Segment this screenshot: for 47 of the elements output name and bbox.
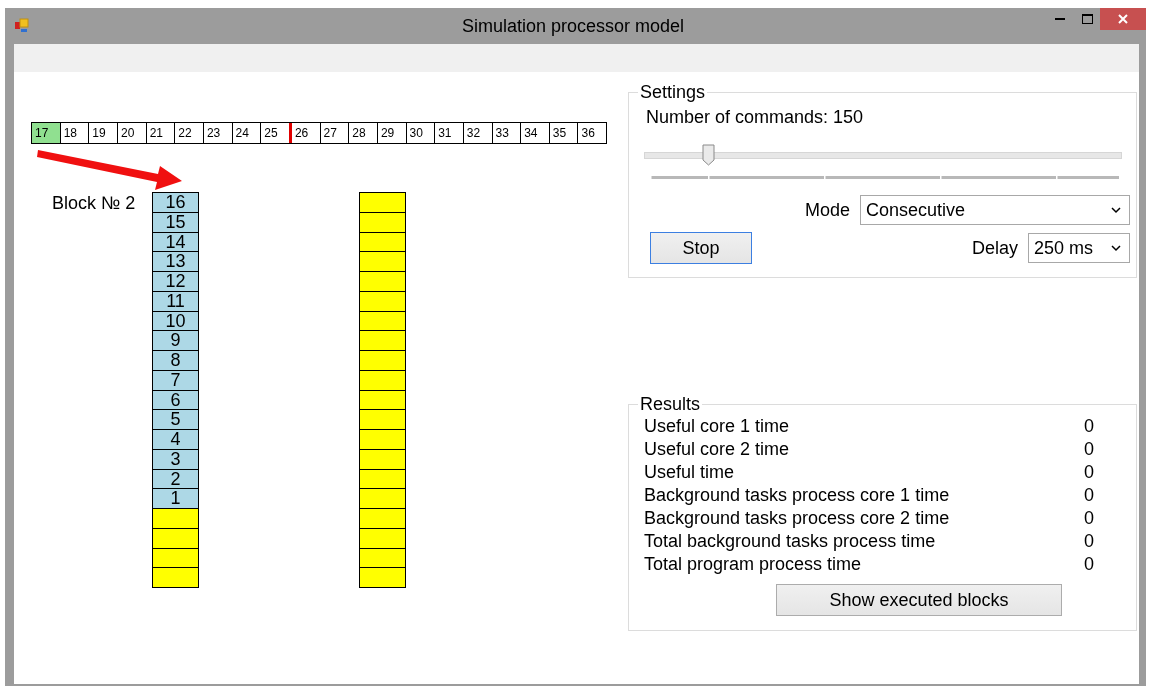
close-button[interactable] xyxy=(1100,8,1146,30)
result-label: Total background tasks process time xyxy=(644,531,936,552)
command-cell: 13 xyxy=(152,251,199,272)
command-cell: 16 xyxy=(152,192,199,213)
chevron-icon xyxy=(1111,244,1121,252)
command-cell: 15 xyxy=(152,211,199,233)
result-value: 0 xyxy=(1084,485,1094,506)
result-value: 0 xyxy=(1084,462,1094,483)
result-value: 0 xyxy=(1084,508,1094,529)
result-label: Useful core 1 time xyxy=(644,416,790,437)
result-label: Background tasks process core 1 time xyxy=(644,485,950,506)
block-label: Block № 2 xyxy=(51,192,137,215)
mode-label: Mode xyxy=(804,199,850,221)
delay-label: Delay xyxy=(971,237,1018,259)
chevron-icon xyxy=(1111,206,1121,214)
mode-dropdown[interactable]: Consecutive xyxy=(860,195,1130,225)
close-icon xyxy=(1118,14,1128,24)
command-cell: 12 xyxy=(152,271,199,292)
group-title: Results xyxy=(639,394,702,415)
maximize-icon xyxy=(1081,14,1093,24)
slider-track[interactable] xyxy=(644,144,1122,166)
group-title: Settings xyxy=(639,82,707,103)
tape-cell: 17 xyxy=(32,123,60,143)
show-blocks-button[interactable]: Show executed blocks xyxy=(776,584,1062,616)
stop-button[interactable]: Stop xyxy=(650,232,752,264)
slider-thumb[interactable] xyxy=(702,144,716,166)
result-value: 0 xyxy=(1084,531,1094,552)
result-label: Useful core 2 time xyxy=(644,439,790,460)
app-icon xyxy=(14,18,30,34)
command-cell: 7 xyxy=(152,369,199,391)
command-cell: 8 xyxy=(152,350,199,371)
command-cell: 5 xyxy=(152,409,199,430)
result-label: Total program process time xyxy=(644,554,862,575)
command-cell: 9 xyxy=(152,330,199,351)
result-label: Background tasks process core 2 time xyxy=(644,508,950,529)
result-value: 0 xyxy=(1084,416,1094,437)
window-title: Simulation processor model xyxy=(460,15,686,37)
command-cell: 1 xyxy=(152,488,199,509)
result-label: Useful time xyxy=(644,462,735,483)
command-cell: 4 xyxy=(152,429,199,450)
result-value: 0 xyxy=(1084,554,1094,575)
command-cell: 3 xyxy=(152,448,199,470)
result-value: 0 xyxy=(1084,439,1094,460)
commands-label: Number of commands: 150 xyxy=(646,107,865,128)
command-cell: 11 xyxy=(152,290,199,312)
minimize-icon xyxy=(1055,17,1065,21)
delay-dropdown[interactable]: 250 ms xyxy=(1028,233,1130,263)
